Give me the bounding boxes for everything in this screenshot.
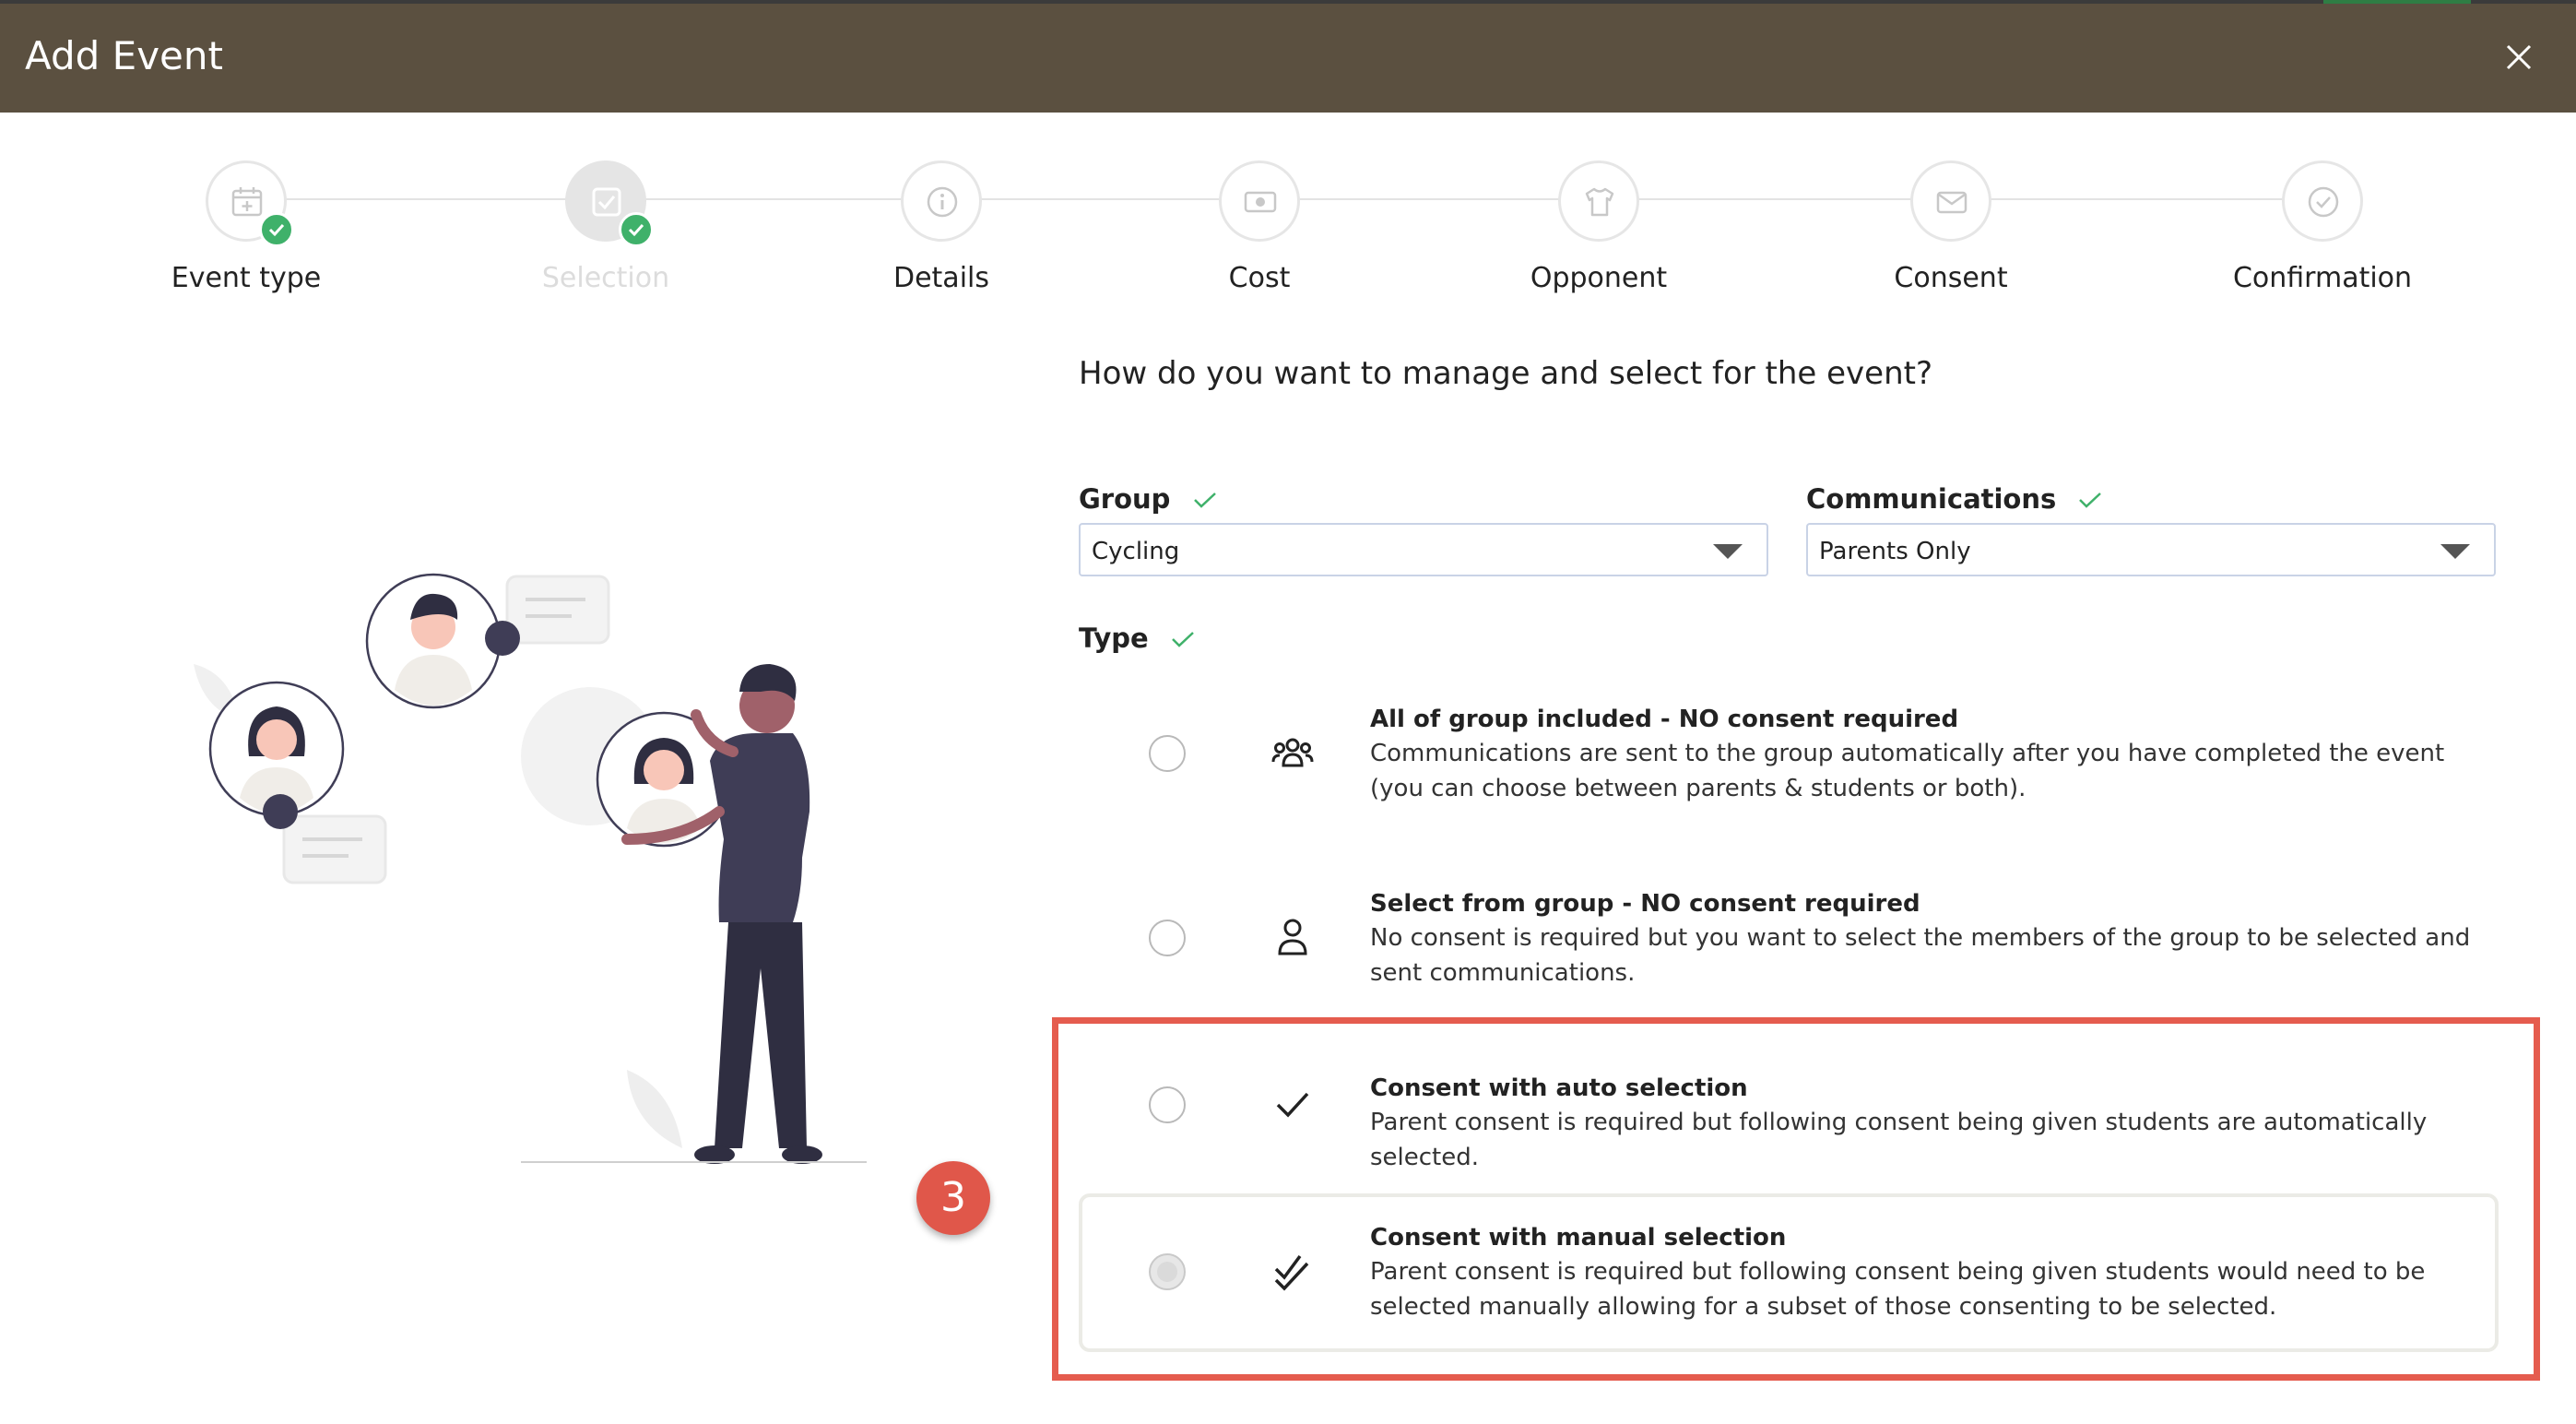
option-description: Communications are sent to the group aut… [1370,740,2445,802]
type-label-text: Type [1079,623,1149,654]
option-title: Select from group - NO consent required [1370,890,1920,918]
info-icon [927,186,958,218]
completed-check-icon [619,212,654,247]
annotation-step-number: 3 [940,1174,966,1221]
option-description: No consent is required but you want to s… [1370,924,2471,987]
option-title: All of group included - NO consent requi… [1370,706,1959,733]
step-label: Consent [1894,262,2008,294]
modal-header: Add Event [0,0,2576,113]
radio-button[interactable] [1149,735,1186,772]
group-select-value: Cycling [1092,538,1180,565]
step-circle [1910,160,1991,242]
calendar-plus-icon [231,187,263,217]
option-text: Consent with auto selection Parent conse… [1370,1072,2495,1175]
group-label-text: Group [1079,483,1171,515]
double-check-icon [1274,1254,1309,1291]
chevron-down-icon [2440,544,2470,559]
group-label: Group [1079,483,1217,515]
step-label: Details [892,262,989,294]
radio-button[interactable] [1149,920,1186,956]
communications-select-value: Parents Only [1819,538,1971,565]
step-label: Event type [171,262,322,294]
page-question: How do you want to manage and select for… [1079,355,1933,392]
step-circle [901,160,982,242]
option-text: Select from group - NO consent required … [1370,887,2495,991]
step-circle [2282,160,2363,242]
radio-button[interactable] [1149,1086,1186,1123]
team-selection-illustration [194,573,867,1164]
step-label: Selection [541,262,670,294]
completed-check-icon [259,212,294,247]
type-label: Type [1079,623,1195,654]
communications-label-text: Communications [1806,483,2057,515]
annotation-step-badge: 3 [916,1161,990,1235]
person-icon [1278,919,1307,955]
group-icon [1271,738,1314,767]
chevron-down-icon [1713,544,1743,559]
option-consent-auto[interactable]: Consent with auto selection Parent conse… [1079,1072,2499,1171]
step-circle [1558,160,1639,242]
modal-title: Add Event [25,33,223,78]
step-circle [1219,160,1300,242]
step-label: Cost [1228,262,1291,294]
header-accent-bar [2323,0,2471,4]
option-description: Parent consent is required but following… [1370,1109,2428,1171]
check-circle-icon [2308,186,2339,218]
communications-select[interactable]: Parents Only [1806,523,2496,576]
stepper: Event type Selection Details Cost Oppone… [0,148,2576,314]
option-text: All of group included - NO consent requi… [1370,703,2495,806]
money-icon [1244,191,1277,213]
valid-check-icon [1193,492,1216,508]
communications-label: Communications [1806,483,2102,515]
group-select[interactable]: Cycling [1079,523,1768,576]
step-label: Opponent [1530,262,1668,294]
envelope-icon [1936,191,1967,214]
check-icon [1276,1092,1309,1118]
valid-check-icon [2079,492,2102,508]
checkbox-icon [592,187,621,217]
option-title: Consent with auto selection [1370,1074,1748,1102]
option-text: Consent with manual selection Parent con… [1370,1221,2495,1324]
radio-button[interactable] [1149,1253,1186,1290]
option-consent-manual[interactable]: Consent with manual selection Parent con… [1079,1221,2499,1332]
option-title: Consent with manual selection [1370,1224,1787,1252]
shirt-icon [1585,187,1614,217]
step-label: Confirmation [2232,262,2413,294]
close-icon[interactable] [2500,39,2537,76]
option-select-from-group[interactable]: Select from group - NO consent required … [1079,887,2499,998]
option-description: Parent consent is required but following… [1370,1258,2426,1321]
option-all-of-group[interactable]: All of group included - NO consent requi… [1079,703,2499,813]
valid-check-icon [1171,632,1194,647]
